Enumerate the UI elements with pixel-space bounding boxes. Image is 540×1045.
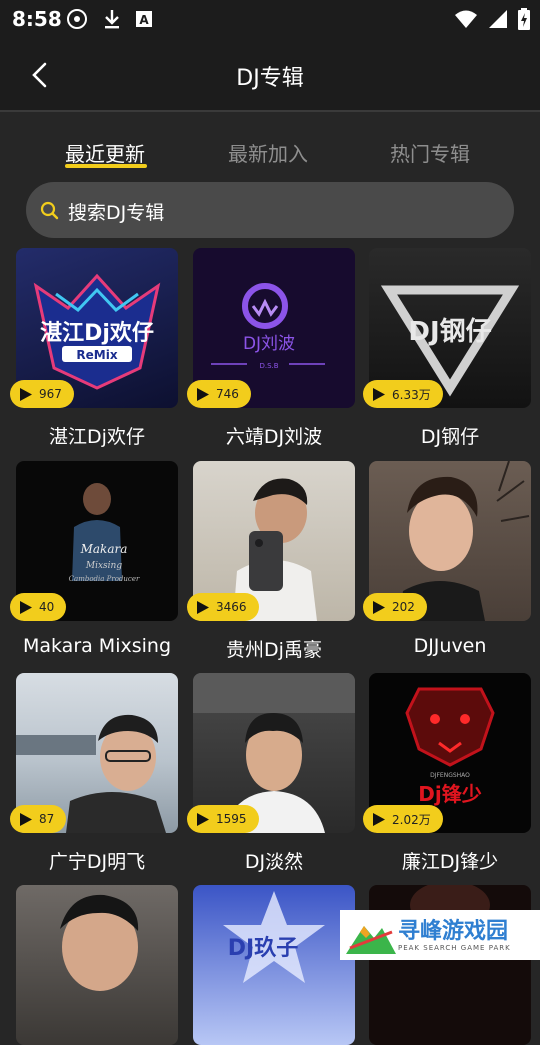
album-name: 广宁DJ明飞 [48, 851, 146, 873]
search-icon [40, 201, 59, 220]
download-icon [105, 10, 119, 29]
play-icon [373, 812, 385, 826]
play-count-badge: 6.33万 [363, 380, 443, 408]
tab-recent-update[interactable]: 最近更新 [65, 138, 145, 167]
play-icon [373, 387, 385, 401]
tab-bar: 最近更新 最新加入 热门专辑 [0, 138, 540, 178]
play-icon [20, 812, 32, 826]
cover-title-text: 湛江Dj欢仔 [40, 320, 154, 346]
svg-text:A: A [139, 13, 149, 27]
play-count-badge: 2.02万 [363, 805, 443, 833]
album-name: 湛江Dj欢仔 [49, 426, 145, 448]
album-name: Makara Mixsing [22, 635, 172, 657]
play-count: 3466 [216, 600, 247, 614]
tab-newest[interactable]: 最新加入 [228, 138, 308, 167]
album-name: DJJuven [413, 635, 487, 657]
play-count-badge: 967 [10, 380, 74, 408]
play-count-badge: 746 [187, 380, 251, 408]
album-name: DJ淡然 [244, 851, 304, 873]
play-icon [20, 387, 32, 401]
cover-sub2-text: Cambodia Producer [69, 575, 140, 583]
cover-title-text: DJ钢仔 [408, 316, 491, 347]
album-name: 贵州Dj禹豪 [226, 639, 322, 661]
cover-title-text: Makara [80, 542, 128, 556]
search-input[interactable]: 搜索DJ专辑 [26, 182, 514, 238]
album-name: DJ钢仔 [420, 426, 480, 448]
signal-icon [489, 10, 507, 28]
play-icon [20, 600, 32, 614]
cover-title-text: DJ刘波 [243, 334, 295, 354]
album-cover [16, 885, 178, 1045]
cover-sub-text: DJFENGSHAO [430, 772, 470, 779]
cover-title-text: DJ玖子 [228, 935, 298, 961]
battery-icon [518, 8, 530, 30]
mountain-logo-icon [346, 926, 396, 954]
page-title: DJ专辑 [236, 66, 304, 91]
play-icon [373, 600, 385, 614]
disc-icon [67, 9, 87, 29]
play-count: 967 [39, 387, 62, 401]
cover-sub-text: ReMix [76, 348, 117, 362]
cover-title-text: Dj锋少 [418, 782, 481, 806]
play-icon [197, 387, 209, 401]
cover-sub-text: Mixsing [85, 561, 122, 571]
app-bar: DJ专辑 [0, 38, 540, 112]
play-count-badge: 1595 [187, 805, 259, 833]
album-cover-art [60, 894, 139, 991]
play-icon [197, 812, 209, 826]
album-name: 六靖DJ刘波 [225, 426, 323, 448]
status-time: 8:58 [12, 7, 62, 31]
tab-popular[interactable]: 热门专辑 [390, 138, 470, 167]
play-count: 2.02万 [392, 812, 431, 827]
album-name: 廉江DJ锋少 [401, 851, 499, 873]
play-count: 1595 [216, 812, 247, 826]
play-count-badge: 40 [10, 593, 67, 621]
cover-sub-text: D.S.B [259, 362, 278, 370]
play-count-badge: 87 [10, 805, 67, 833]
album-cover-art: DJ玖子 [223, 891, 325, 983]
album-cover-art [410, 885, 490, 929]
play-count: 6.33万 [392, 387, 431, 402]
font-app-icon: A [136, 11, 152, 27]
play-count: 746 [216, 387, 239, 401]
watermark-subtitle: PEAK SEARCH GAME PARK [398, 944, 511, 952]
wifi-icon [455, 10, 477, 28]
play-icon [197, 600, 209, 614]
play-count-badge: 3466 [187, 593, 259, 621]
play-count-badge: 202 [363, 593, 427, 621]
play-count: 87 [39, 812, 55, 826]
status-bar: 8:58 A [0, 0, 540, 38]
search-placeholder: 搜索DJ专辑 [68, 202, 165, 224]
site-watermark: 寻峰游戏园 PEAK SEARCH GAME PARK [340, 910, 540, 960]
watermark-title: 寻峰游戏园 [398, 919, 509, 944]
play-count: 40 [39, 600, 55, 614]
album-cover [369, 885, 531, 1045]
play-count: 202 [392, 600, 415, 614]
active-tab-indicator [65, 164, 147, 168]
album-cover: DJ玖子 [193, 885, 355, 1045]
